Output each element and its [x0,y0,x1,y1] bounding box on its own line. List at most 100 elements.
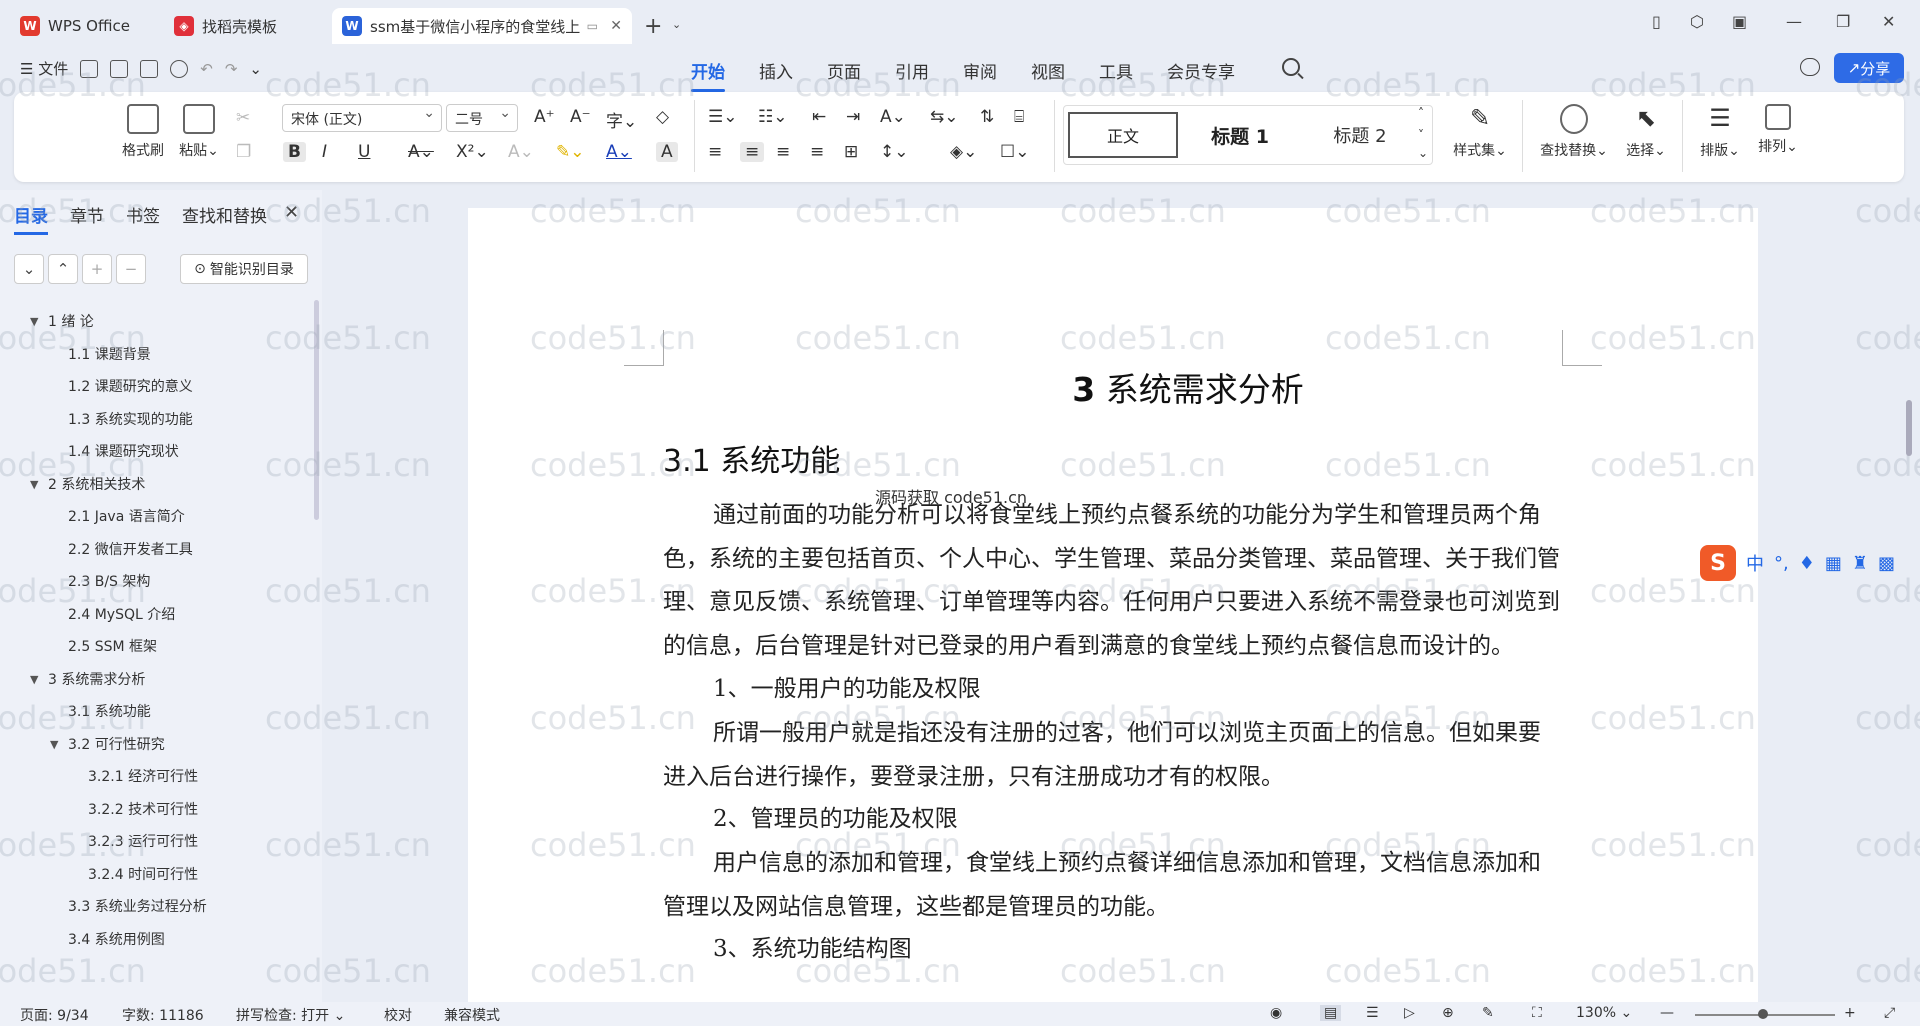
toc-item[interactable]: 3.3 系统业务过程分析 [0,891,310,924]
share-button[interactable]: ↗ 分享 [1834,53,1904,83]
document-page[interactable]: 3 系统需求分析 3.1 系统功能 源码获取 code51.cn 通过前面的功能… [468,208,1758,1002]
close-window-icon[interactable]: ✕ [1882,12,1895,31]
tab-references[interactable]: 引用 [878,58,946,83]
font-color-icon[interactable]: A⌄ [606,142,632,162]
clear-format-icon[interactable]: ◇ [656,107,669,127]
add-icon[interactable]: + [82,254,112,284]
tab-wps-office[interactable]: W WPS Office [10,8,154,44]
nav-tab-sections[interactable]: 章节 [70,202,104,235]
chevron-up-icon[interactable]: ˄ [1418,106,1424,120]
arrange-button[interactable]: 排列⌄ [1752,104,1804,156]
print-preview-icon[interactable] [170,59,189,78]
paste-button[interactable]: 粘贴⌄ [176,104,222,160]
restore-icon[interactable]: ❐ [1836,12,1850,31]
eye-protect-icon[interactable]: ◉ [1270,1005,1282,1021]
border-icon[interactable]: ☐⌄ [1000,142,1029,162]
search-icon[interactable] [1282,58,1300,76]
toc-item[interactable]: 1.3 系统实现的功能 [0,404,310,437]
collapse-up-icon[interactable]: ⌃ [48,254,78,284]
italic-button[interactable]: I [322,142,327,162]
format-painter-button[interactable]: 格式刷 [118,104,168,160]
decrease-font-icon[interactable]: A⁻ [570,107,591,127]
toc-item[interactable]: ▼ 2 系统相关技术 [0,469,310,502]
microphone-icon[interactable]: ♦ [1799,553,1815,574]
char-shading-icon[interactable]: A [656,142,678,162]
ime-language[interactable]: 中 [1746,550,1764,576]
tab-page[interactable]: 页面 [810,58,878,83]
show-marks-icon[interactable]: ⌸ [1014,107,1024,127]
sidebar-toggle-icon[interactable]: ▯ [1652,12,1661,31]
cut-icon[interactable]: ✂ [236,108,250,128]
print-icon[interactable] [140,59,159,78]
toc-item[interactable]: ▼ 3.2 可行性研究 [0,729,310,762]
tab-tools[interactable]: 工具 [1082,58,1150,83]
expand-caret-icon[interactable]: ▼ [30,306,38,339]
save-icon[interactable] [80,59,99,78]
font-size-select[interactable]: 二号 [446,104,518,132]
highlight-icon[interactable]: ✎⌄ [556,142,585,162]
toc-item[interactable]: 1.1 课题背景 [0,339,310,372]
spell-check-toggle[interactable]: 拼写检查: 打开 ⌄ [236,1005,345,1025]
tab-docer[interactable]: ◈ 找稻壳模板 [164,8,324,44]
web-view-icon[interactable]: ⊕ [1442,1005,1454,1021]
file-menu[interactable]: ☰ 文件 [20,58,68,79]
monitor-icon[interactable]: ▭ [587,19,598,33]
document-scrollbar[interactable] [1902,200,1916,1000]
expand-caret-icon[interactable]: ▼ [30,469,38,502]
text-effect-icon[interactable]: A⌄ [508,142,534,162]
align-right-icon[interactable]: ≡ [776,142,790,162]
nav-tab-bookmarks[interactable]: 书签 [126,202,160,235]
toc-item[interactable]: 2.5 SSM 框架 [0,631,310,664]
zoom-slider-knob[interactable] [1758,1009,1768,1019]
punctuation-icon[interactable]: °, [1774,553,1789,574]
sort-icon[interactable]: ⇆⌄ [930,107,959,127]
pen-icon[interactable]: ✎ [1482,1005,1494,1021]
nav-tab-find[interactable]: 查找和替换 [182,202,267,235]
toolbox-icon[interactable]: ▩ [1878,553,1895,574]
toc-item[interactable]: ▼ 1 绪 论 [0,306,310,339]
style-normal[interactable]: 正文 [1068,112,1178,158]
scroll-thumb[interactable] [1906,400,1912,456]
line-spacing-icon[interactable]: ↕⌄ [880,142,909,162]
zoom-level[interactable]: 130% ⌄ [1576,1005,1632,1021]
toc-item[interactable]: 2.4 MySQL 介绍 [0,599,310,632]
outline-view-icon[interactable]: ☰ [1366,1005,1379,1021]
fit-page-icon[interactable]: ⛶ [1532,1005,1542,1021]
toc-item[interactable]: 3.4 系统用例图 [0,924,310,957]
increase-indent-icon[interactable]: ⇥ [846,107,860,127]
remove-icon[interactable]: − [116,254,146,284]
chat-icon[interactable] [1800,58,1820,76]
style-set-button[interactable]: ✎ 样式集⌄ [1444,104,1516,160]
ime-toolbar[interactable]: S 中 °, ♦ ▦ ♜ ▩ [1700,544,1920,582]
shading-icon[interactable]: ◈⌄ [950,142,977,162]
style-heading-1[interactable]: 标题 1 [1190,112,1290,158]
tab-review[interactable]: 审阅 [946,58,1014,83]
play-icon[interactable]: ▷ [1404,1005,1415,1021]
keyboard-icon[interactable]: ▦ [1825,553,1842,574]
fullscreen-icon[interactable]: ⤢ [1884,1005,1895,1021]
numbered-list-icon[interactable]: ☷⌄ [758,107,787,127]
phonetic-icon[interactable]: 字⌄ [606,107,637,132]
zoom-in-icon[interactable]: + [1844,1005,1856,1021]
underline-button[interactable]: U [358,142,370,162]
redo-icon[interactable]: ↷ [225,60,238,78]
tab-view[interactable]: 视图 [1014,58,1082,83]
undo-icon[interactable]: ↶ [200,60,213,78]
skin-icon[interactable]: ♜ [1852,553,1868,574]
bullet-list-icon[interactable]: ☰⌄ [708,107,737,127]
strikethrough-icon[interactable]: A⌄ [408,142,434,162]
word-count[interactable]: 字数: 11186 [122,1005,204,1025]
bold-button[interactable]: B [283,142,306,162]
text-direction-icon[interactable]: A⌄ [880,107,906,127]
decrease-indent-icon[interactable]: ⇤ [812,107,826,127]
minimize-icon[interactable]: — [1786,12,1802,31]
style-heading-2[interactable]: 标题 2 [1310,112,1410,158]
avatar[interactable]: ▣ [1732,12,1747,31]
font-name-select[interactable]: 宋体 (正文) [282,104,442,132]
tab-home[interactable]: 开始 [674,58,742,92]
panel-scrollbar[interactable] [314,300,319,520]
toc-item[interactable]: 3.1 系统功能 [0,696,310,729]
toc-item[interactable]: 3.2.4 时间可行性 [0,859,310,892]
tab-insert[interactable]: 插入 [742,58,810,83]
expand-down-icon[interactable]: ⌄ [14,254,44,284]
